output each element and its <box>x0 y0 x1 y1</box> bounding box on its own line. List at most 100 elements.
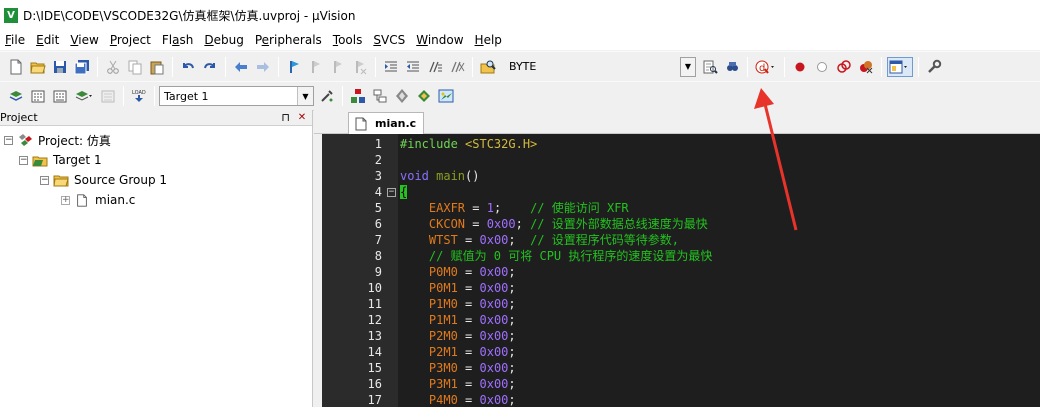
collapse-icon[interactable]: − <box>4 135 13 145</box>
file-toolbar: BYTE ▼ d <box>0 51 1040 81</box>
code-line[interactable]: 2 <box>322 152 1040 168</box>
pack-installer-icon[interactable] <box>414 86 434 106</box>
pin-icon[interactable]: ⊓ <box>281 111 290 124</box>
code-line[interactable]: 17 P4M0 = 0x00; <box>322 392 1040 407</box>
find-combo[interactable]: BYTE <box>505 57 680 77</box>
code-token: 0x00 <box>479 233 509 247</box>
code-token: = <box>465 217 487 231</box>
code-line[interactable]: 6 CKCON = 0x00; // 设置外部数据总线速度为最快 <box>322 216 1040 232</box>
toolbar-separator <box>225 56 226 77</box>
file-extensions-icon[interactable] <box>370 86 390 106</box>
code-line[interactable]: 4−{ <box>322 184 1040 200</box>
manage-project-items-icon[interactable] <box>348 86 368 106</box>
disable-all-breakpoints-icon[interactable] <box>834 57 854 77</box>
insert-bookmark-icon[interactable] <box>284 57 304 77</box>
tree-item-file[interactable]: + mian.c <box>61 190 135 210</box>
clear-bookmarks-icon[interactable] <box>350 57 370 77</box>
target-select[interactable]: Target 1 ▼ <box>159 86 314 106</box>
close-icon[interactable]: ✕ <box>296 111 308 123</box>
line-number: 13 <box>367 329 382 343</box>
code-line[interactable]: 15 P3M0 = 0x00; <box>322 360 1040 376</box>
code-line[interactable]: 10 P0M1 = 0x00; <box>322 280 1040 296</box>
target-options-icon[interactable] <box>317 86 337 106</box>
code-line[interactable]: 11 P1M0 = 0x00; <box>322 296 1040 312</box>
code-text: P3M1 = 0x00; <box>400 376 516 392</box>
comment-selection-icon[interactable] <box>425 57 445 77</box>
window-layout-button[interactable] <box>887 56 913 77</box>
incremental-find-icon[interactable] <box>722 57 742 77</box>
code-line[interactable]: 13 P2M0 = 0x00; <box>322 328 1040 344</box>
menu-peripherals[interactable]: Peripherals <box>250 30 328 50</box>
batch-build-icon[interactable] <box>72 86 96 106</box>
code-token: ; <box>508 313 516 327</box>
menu-project[interactable]: Project <box>105 30 157 50</box>
download-load-icon[interactable]: LOAD <box>129 86 149 106</box>
debug-session-button[interactable]: d <box>753 57 779 77</box>
build-icon[interactable] <box>28 86 48 106</box>
expand-icon[interactable]: + <box>61 195 70 205</box>
find-combo-dropdown-button[interactable]: ▼ <box>680 56 696 77</box>
cut-icon[interactable] <box>103 57 123 77</box>
manage-rte-icon[interactable] <box>436 86 456 106</box>
menu-flash[interactable]: Flash <box>157 30 199 50</box>
code-line[interactable]: 7 WTST = 0x00; // 设置程序代码等待参数, <box>322 232 1040 248</box>
uncomment-selection-icon[interactable] <box>447 57 467 77</box>
stop-build-icon[interactable] <box>98 86 118 106</box>
next-bookmark-icon[interactable] <box>328 57 348 77</box>
menu-help[interactable]: Help <box>470 30 508 50</box>
code-line[interactable]: 14 P2M1 = 0x00; <box>322 344 1040 360</box>
fold-collapse-icon[interactable]: − <box>387 188 396 197</box>
navigate-forward-icon[interactable] <box>253 57 273 77</box>
find-icon[interactable] <box>700 57 720 77</box>
select-packs-icon[interactable] <box>392 86 412 106</box>
new-file-icon[interactable] <box>6 57 26 77</box>
code-line[interactable]: 5 EAXFR = 1; // 使能访问 XFR <box>322 200 1040 216</box>
rebuild-icon[interactable] <box>50 86 70 106</box>
code-token: ; <box>508 233 531 247</box>
menu-window[interactable]: Window <box>411 30 469 50</box>
code-line[interactable]: 12 P1M1 = 0x00; <box>322 312 1040 328</box>
tree-item-target[interactable]: − Target 1 <box>19 150 102 170</box>
menu-view[interactable]: View <box>65 30 104 50</box>
tree-item-project[interactable]: − Project: 仿真 <box>4 130 111 150</box>
collapse-icon[interactable]: − <box>40 175 49 185</box>
menu-tools[interactable]: Tools <box>328 30 369 50</box>
navigate-back-icon[interactable] <box>231 57 251 77</box>
redo-icon[interactable] <box>200 57 220 77</box>
tab-mian-c[interactable]: mian.c <box>348 112 424 134</box>
collapse-icon[interactable]: − <box>19 155 28 165</box>
copy-icon[interactable] <box>125 57 145 77</box>
code-line[interactable]: 3 void main() <box>322 168 1040 184</box>
save-all-icon[interactable] <box>72 57 92 77</box>
insert-breakpoint-icon[interactable] <box>790 57 810 77</box>
toolbar-separator <box>97 56 98 77</box>
menu-edit[interactable]: Edit <box>31 30 65 50</box>
configure-wrench-icon[interactable] <box>924 57 944 77</box>
menu-debug[interactable]: Debug <box>199 30 249 50</box>
code-token: 0x00 <box>479 345 509 359</box>
kill-all-breakpoints-icon[interactable] <box>856 57 876 77</box>
code-line[interactable]: 8 // 赋值为 0 可将 CPU 执行程序的速度设置为最快 <box>322 248 1040 264</box>
translate-icon[interactable] <box>6 86 26 106</box>
save-icon[interactable] <box>50 57 70 77</box>
enable-breakpoint-icon[interactable] <box>812 57 832 77</box>
code-line[interactable]: 16 P3M1 = 0x00; <box>322 376 1040 392</box>
open-folder-icon[interactable] <box>28 57 48 77</box>
undo-icon[interactable] <box>178 57 198 77</box>
code-line[interactable]: 1 #include <STC32G.H> <box>322 136 1040 152</box>
paste-icon[interactable] <box>147 57 167 77</box>
menu-svcs[interactable]: SVCS <box>368 30 411 50</box>
prev-bookmark-icon[interactable] <box>306 57 326 77</box>
unindent-icon[interactable] <box>403 57 423 77</box>
find-in-files-icon[interactable] <box>478 57 498 77</box>
code-token: = <box>457 329 480 343</box>
line-number: 17 <box>367 393 382 407</box>
indent-icon[interactable] <box>381 57 401 77</box>
menu-file[interactable]: File <box>0 30 31 50</box>
code-token: P2M0 <box>428 329 458 343</box>
find-combo-value: BYTE <box>509 60 537 73</box>
tree-item-source-group[interactable]: − Source Group 1 <box>40 170 167 190</box>
code-line[interactable]: 9 P0M0 = 0x00; <box>322 264 1040 280</box>
code-token: P4M0 <box>428 393 458 407</box>
code-editor[interactable]: 1 #include <STC32G.H> 2 3 void main() 4−{5 EA… <box>322 134 1040 407</box>
